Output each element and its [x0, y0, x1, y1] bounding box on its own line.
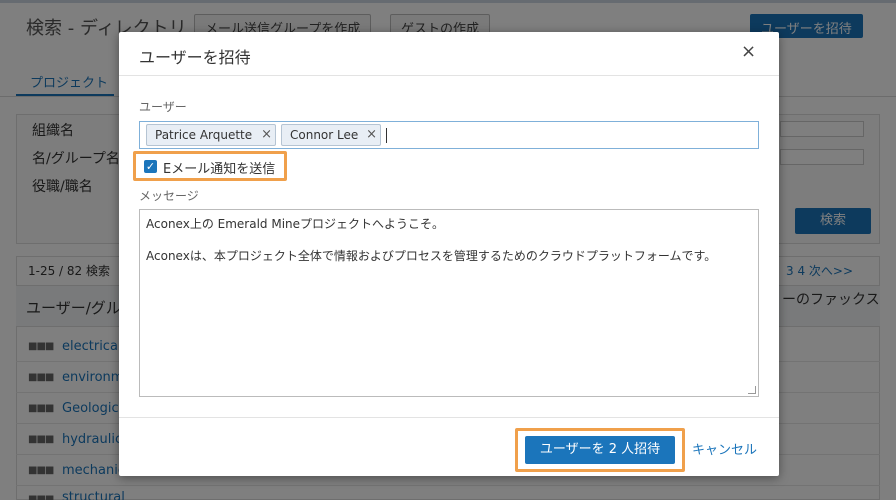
user-token: Connor Lee ×	[281, 124, 381, 146]
email-notify-checkbox[interactable]: ✓	[144, 160, 157, 173]
invite-users-button[interactable]: ユーザーを 2 人招待	[525, 436, 675, 464]
invite-highlight: ユーザーを 2 人招待	[515, 428, 685, 472]
user-token: Patrice Arquette ×	[146, 124, 276, 146]
dialog-footer: ユーザーを 2 人招待 キャンセル	[119, 417, 779, 476]
message-line: Aconex上の Emerald Mineプロジェクトへようこそ。	[146, 217, 445, 231]
user-token-label: Connor Lee	[290, 128, 359, 142]
remove-token-icon[interactable]: ×	[366, 125, 377, 145]
user-token-input[interactable]: Patrice Arquette × Connor Lee ×	[139, 121, 759, 149]
message-line: Aconexは、本プロジェクト全体で情報およびプロセスを管理するためのクラウドプ…	[146, 249, 717, 263]
message-field-label: メッセージ	[139, 189, 199, 203]
user-token-label: Patrice Arquette	[155, 128, 253, 142]
dialog-title: ユーザーを招待	[139, 48, 251, 67]
dialog-header: ユーザーを招待 ×	[119, 32, 779, 76]
user-field-label: ユーザー	[139, 100, 187, 114]
text-caret	[386, 128, 387, 143]
remove-token-icon[interactable]: ×	[261, 125, 272, 145]
close-icon[interactable]: ×	[741, 43, 757, 61]
email-notify-label[interactable]: Eメール通知を送信	[163, 158, 275, 177]
resize-handle-icon[interactable]	[748, 386, 756, 394]
invite-user-dialog: ユーザーを招待 × ユーザー Patrice Arquette × Connor…	[119, 32, 779, 476]
cancel-link[interactable]: キャンセル	[692, 439, 757, 458]
message-textarea[interactable]: Aconex上の Emerald Mineプロジェクトへようこそ。 Aconex…	[139, 209, 759, 397]
email-notify-highlight: ✓ Eメール通知を送信	[133, 151, 287, 181]
